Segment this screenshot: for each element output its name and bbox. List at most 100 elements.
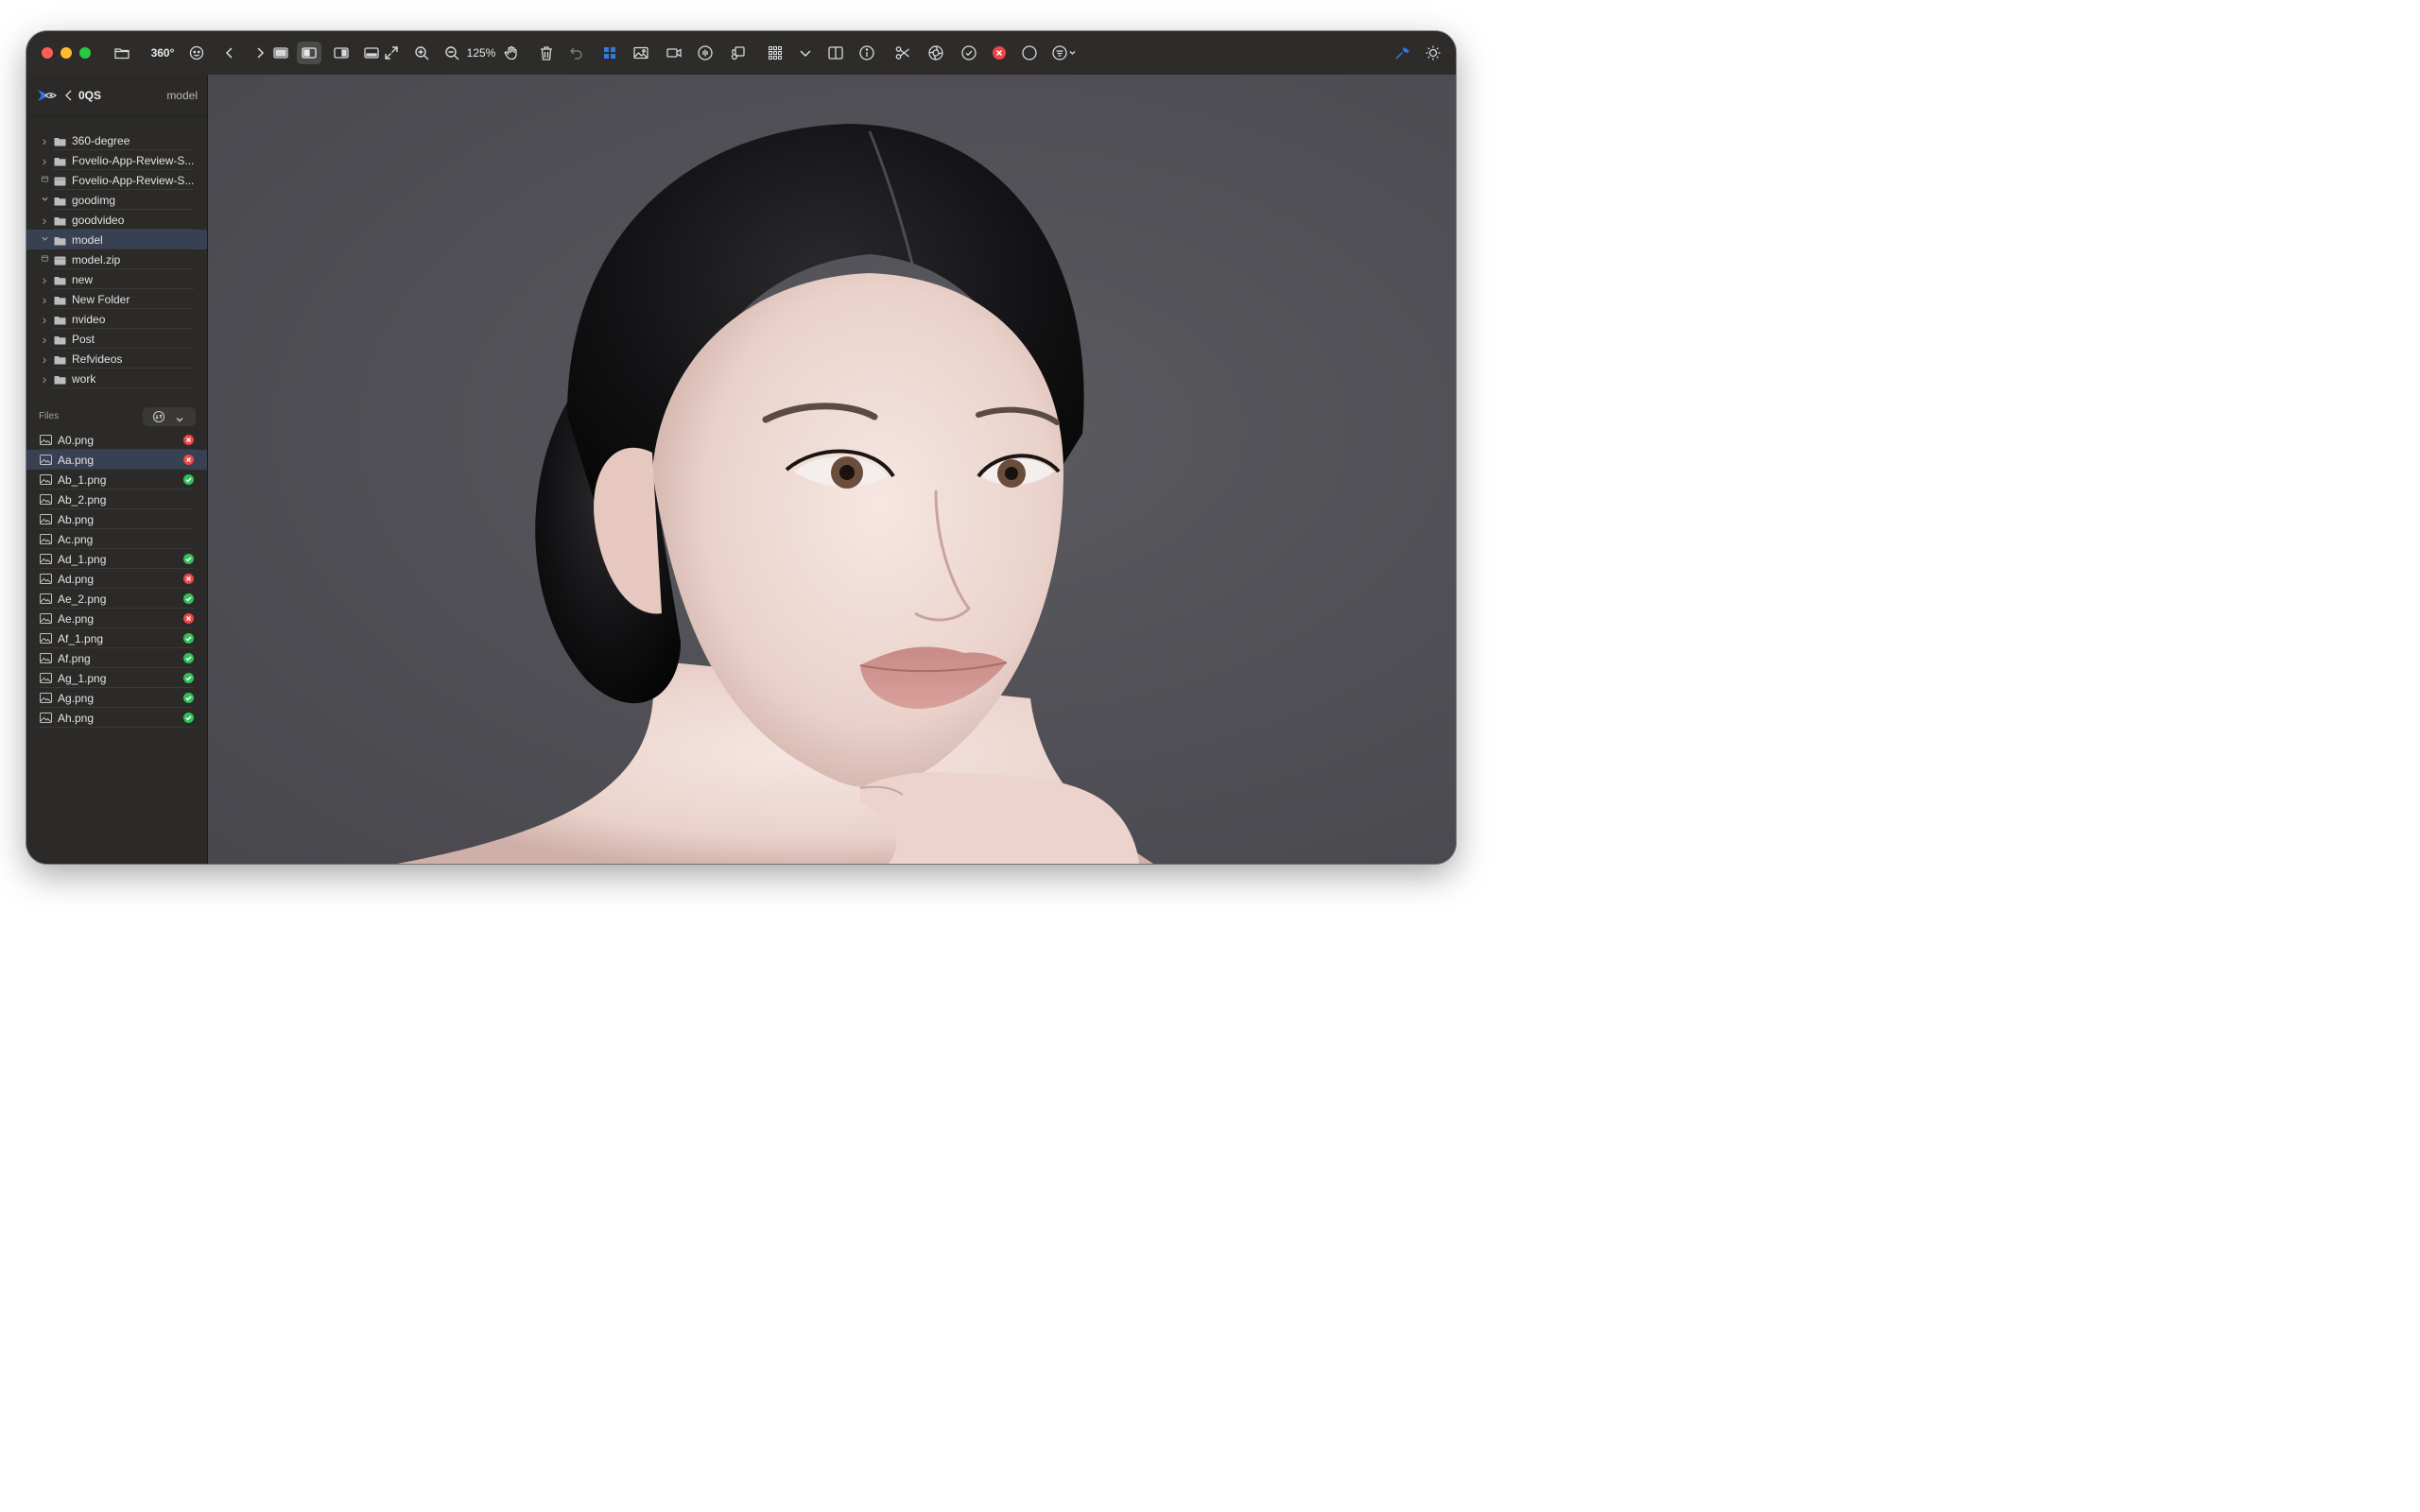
check-circle-icon[interactable] bbox=[959, 42, 978, 64]
chevron-right-icon[interactable]: › bbox=[36, 133, 53, 148]
file-row[interactable]: Ag_1.png bbox=[26, 668, 207, 688]
approved-check-icon[interactable] bbox=[183, 653, 194, 663]
file-row[interactable]: Ab.png bbox=[26, 509, 207, 529]
chevron-right-icon[interactable] bbox=[251, 42, 268, 64]
trash-icon[interactable] bbox=[537, 42, 556, 64]
grid-view-icon[interactable] bbox=[600, 42, 619, 64]
folder-row[interactable]: › nvideo bbox=[26, 309, 207, 329]
folder-name: goodimg bbox=[72, 193, 116, 207]
approved-check-icon[interactable] bbox=[183, 633, 194, 644]
folder-row[interactable]: › Fovelio-App-Review-S... bbox=[26, 150, 207, 170]
chevron-right-icon[interactable]: › bbox=[36, 332, 53, 347]
approved-check-icon[interactable] bbox=[183, 673, 194, 683]
chevron-right-icon[interactable]: › bbox=[36, 312, 53, 327]
folder-row[interactable]: goodimg bbox=[26, 190, 207, 210]
folder-row[interactable]: › Post bbox=[26, 329, 207, 349]
split-view-icon[interactable] bbox=[826, 42, 845, 64]
file-row[interactable]: Ae_2.png bbox=[26, 589, 207, 609]
chevron-down-icon bbox=[175, 412, 184, 422]
layout-single-icon[interactable] bbox=[270, 42, 291, 64]
chevron-left-icon[interactable] bbox=[221, 42, 238, 64]
video-icon[interactable] bbox=[665, 42, 683, 64]
rejected-x-icon[interactable] bbox=[183, 574, 194, 584]
folder-row[interactable]: model.zip bbox=[26, 249, 207, 269]
thumbnail-grid-icon[interactable] bbox=[766, 42, 785, 64]
approved-check-icon[interactable] bbox=[183, 593, 194, 604]
face-icon[interactable] bbox=[187, 42, 206, 64]
folder-row[interactable]: Fovelio-App-Review-S... bbox=[26, 170, 207, 190]
export-icon[interactable] bbox=[729, 42, 748, 64]
folder-row[interactable]: › goodvideo bbox=[26, 210, 207, 230]
image-icon[interactable] bbox=[631, 42, 650, 64]
wrench-icon[interactable] bbox=[1392, 42, 1411, 64]
zoom-out-icon[interactable] bbox=[442, 42, 461, 64]
archive-badge-icon bbox=[36, 254, 53, 266]
circle-icon[interactable] bbox=[1020, 42, 1039, 64]
chevron-right-icon[interactable]: › bbox=[36, 371, 53, 387]
zoom-window-button[interactable] bbox=[79, 47, 91, 59]
file-row[interactable]: Ad.png bbox=[26, 569, 207, 589]
approved-check-icon[interactable] bbox=[183, 713, 194, 723]
zoom-level[interactable]: 125% bbox=[464, 42, 498, 64]
file-row[interactable]: Af.png bbox=[26, 648, 207, 668]
file-row[interactable]: Ae.png bbox=[26, 609, 207, 628]
approved-check-icon[interactable] bbox=[183, 474, 194, 485]
rejected-x-icon[interactable] bbox=[183, 613, 194, 624]
chevron-down-icon[interactable] bbox=[36, 195, 53, 206]
approved-check-icon[interactable] bbox=[183, 554, 194, 564]
layout-left-panel-icon[interactable] bbox=[297, 42, 321, 64]
fullscreen-icon[interactable] bbox=[382, 42, 401, 64]
chevron-down-icon[interactable] bbox=[36, 234, 53, 246]
file-name: Ag_1.png bbox=[58, 671, 107, 685]
files-sort-control[interactable] bbox=[143, 407, 196, 426]
folder-icon bbox=[54, 275, 66, 284]
file-row[interactable]: Ab_2.png bbox=[26, 490, 207, 509]
zoom-in-icon[interactable] bbox=[412, 42, 431, 64]
file-row[interactable]: Ah.png bbox=[26, 708, 207, 728]
chevron-right-icon[interactable]: › bbox=[36, 352, 53, 367]
folder-row[interactable]: model bbox=[26, 230, 207, 249]
file-row[interactable]: Ab_1.png bbox=[26, 470, 207, 490]
info-icon[interactable] bbox=[857, 42, 876, 64]
file-name: Ad.png bbox=[58, 572, 95, 586]
current-folder-label: model bbox=[166, 89, 198, 102]
folder-row[interactable]: › Refvideos bbox=[26, 349, 207, 369]
rejected-x-icon[interactable] bbox=[183, 435, 194, 445]
layout-right-panel-icon[interactable] bbox=[331, 42, 352, 64]
file-row[interactable]: Aa.png bbox=[26, 450, 207, 470]
folder-row[interactable]: › 360-degree bbox=[26, 130, 207, 150]
chevron-right-icon[interactable]: › bbox=[36, 153, 53, 168]
folder-row[interactable]: › new bbox=[26, 269, 207, 289]
layout-bottom-panel-icon[interactable] bbox=[361, 42, 382, 64]
sun-icon[interactable] bbox=[1424, 42, 1443, 64]
rejected-x-icon[interactable] bbox=[183, 455, 194, 465]
folder-name: Refvideos bbox=[72, 352, 123, 366]
aperture-icon[interactable] bbox=[926, 42, 945, 64]
file-row[interactable]: Ad_1.png bbox=[26, 549, 207, 569]
minimize-window-button[interactable] bbox=[60, 47, 72, 59]
file-row[interactable]: Ag.png bbox=[26, 688, 207, 708]
hand-pan-icon[interactable] bbox=[502, 42, 521, 64]
files-section-label: Files bbox=[39, 411, 60, 421]
file-row[interactable]: A0.png bbox=[26, 430, 207, 450]
filter-menu-icon[interactable] bbox=[1050, 42, 1079, 64]
image-preview[interactable] bbox=[208, 75, 1456, 864]
approved-check-icon[interactable] bbox=[183, 693, 194, 703]
folder-row[interactable]: › work bbox=[26, 369, 207, 388]
audio-wave-icon[interactable] bbox=[696, 42, 715, 64]
file-row[interactable]: Ac.png bbox=[26, 529, 207, 549]
folder-icon[interactable] bbox=[112, 42, 131, 64]
close-window-button[interactable] bbox=[42, 47, 53, 59]
reject-circle-icon[interactable] bbox=[990, 42, 1009, 64]
chevron-right-icon[interactable]: › bbox=[36, 292, 53, 307]
view-360-button[interactable]: 360° bbox=[147, 42, 178, 64]
folder-icon bbox=[54, 295, 66, 304]
undo-icon[interactable] bbox=[567, 42, 586, 64]
scissors-icon[interactable] bbox=[893, 42, 912, 64]
chevron-right-icon[interactable]: › bbox=[36, 272, 53, 287]
back-chevron-icon[interactable] bbox=[62, 88, 76, 103]
folder-row[interactable]: › New Folder bbox=[26, 289, 207, 309]
file-row[interactable]: Af_1.png bbox=[26, 628, 207, 648]
chevron-down-icon[interactable] bbox=[796, 42, 815, 64]
chevron-right-icon[interactable]: › bbox=[36, 213, 53, 228]
